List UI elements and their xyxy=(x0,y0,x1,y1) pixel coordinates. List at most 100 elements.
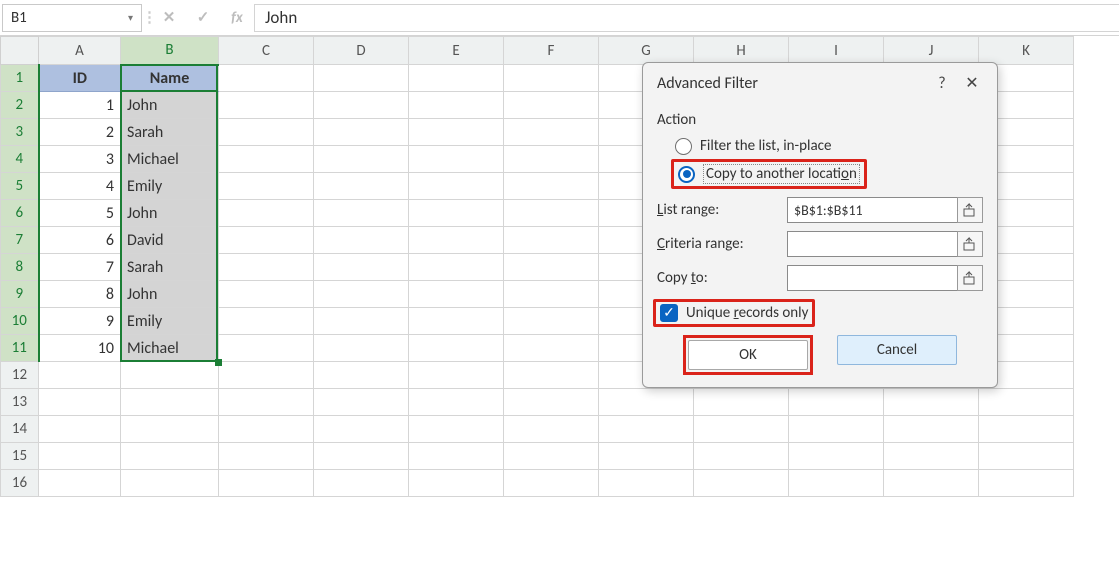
cell[interactable]: John xyxy=(121,281,219,308)
cell[interactable] xyxy=(314,92,409,119)
cell[interactable] xyxy=(314,146,409,173)
range-picker-icon[interactable] xyxy=(957,197,983,223)
cell[interactable] xyxy=(314,335,409,362)
cell[interactable] xyxy=(219,443,314,470)
row-header[interactable]: 13 xyxy=(1,389,39,416)
column-header[interactable]: J xyxy=(884,37,979,65)
cell[interactable] xyxy=(979,416,1074,443)
cell[interactable] xyxy=(314,416,409,443)
radio-filter-in-place[interactable]: Filter the list, in-place xyxy=(657,133,983,159)
cell[interactable] xyxy=(789,389,884,416)
cell[interactable] xyxy=(504,146,599,173)
row-header[interactable]: 9 xyxy=(1,281,39,308)
accept-formula-icon[interactable]: ✓ xyxy=(186,4,220,32)
formula-input[interactable]: John xyxy=(254,4,1119,32)
cell[interactable] xyxy=(219,200,314,227)
column-header[interactable]: D xyxy=(314,37,409,65)
close-icon[interactable]: ✕ xyxy=(957,71,987,95)
cell[interactable]: John xyxy=(121,200,219,227)
cell[interactable] xyxy=(504,200,599,227)
column-header[interactable]: E xyxy=(409,37,504,65)
row-header[interactable]: 2 xyxy=(1,92,39,119)
cell[interactable]: Sarah xyxy=(121,254,219,281)
cell[interactable]: 6 xyxy=(39,227,121,254)
cell[interactable] xyxy=(409,335,504,362)
cell[interactable] xyxy=(219,227,314,254)
unique-records-label[interactable]: Unique records only xyxy=(686,304,808,322)
cell[interactable] xyxy=(409,92,504,119)
cell[interactable] xyxy=(219,362,314,389)
cell[interactable] xyxy=(219,65,314,92)
cell[interactable] xyxy=(219,470,314,497)
row-header[interactable]: 10 xyxy=(1,308,39,335)
cell[interactable] xyxy=(219,173,314,200)
cell[interactable] xyxy=(409,227,504,254)
cell[interactable]: 2 xyxy=(39,119,121,146)
cell[interactable] xyxy=(979,443,1074,470)
cell[interactable] xyxy=(694,389,789,416)
cell[interactable] xyxy=(884,416,979,443)
cell[interactable] xyxy=(121,443,219,470)
ok-button[interactable]: OK xyxy=(688,340,808,370)
cell[interactable] xyxy=(504,227,599,254)
row-header[interactable]: 5 xyxy=(1,173,39,200)
row-header[interactable]: 14 xyxy=(1,416,39,443)
column-header[interactable]: F xyxy=(504,37,599,65)
cell[interactable] xyxy=(39,389,121,416)
cell[interactable] xyxy=(219,92,314,119)
cell[interactable] xyxy=(599,470,694,497)
cell[interactable] xyxy=(39,416,121,443)
column-header[interactable]: I xyxy=(789,37,884,65)
cell[interactable] xyxy=(409,308,504,335)
dialog-titlebar[interactable]: Advanced Filter ? ✕ xyxy=(643,63,997,99)
fx-icon[interactable]: fx xyxy=(220,4,254,32)
row-header[interactable]: 8 xyxy=(1,254,39,281)
cell[interactable] xyxy=(504,173,599,200)
cell[interactable] xyxy=(39,362,121,389)
cell[interactable] xyxy=(694,416,789,443)
radio-icon[interactable] xyxy=(678,166,695,183)
cell[interactable] xyxy=(219,254,314,281)
cell[interactable]: 8 xyxy=(39,281,121,308)
row-header[interactable]: 6 xyxy=(1,200,39,227)
column-header[interactable]: A xyxy=(39,37,121,65)
column-header[interactable]: H xyxy=(694,37,789,65)
cell[interactable]: Michael xyxy=(121,146,219,173)
cell[interactable] xyxy=(409,65,504,92)
cell[interactable] xyxy=(314,470,409,497)
cancel-formula-icon[interactable]: ✕ xyxy=(152,4,186,32)
cell[interactable] xyxy=(409,173,504,200)
cell[interactable] xyxy=(504,92,599,119)
row-header[interactable]: 16 xyxy=(1,470,39,497)
cell[interactable] xyxy=(694,443,789,470)
cell[interactable]: 7 xyxy=(39,254,121,281)
cell[interactable]: 5 xyxy=(39,200,121,227)
cell[interactable] xyxy=(504,470,599,497)
cell[interactable] xyxy=(219,308,314,335)
cell[interactable] xyxy=(694,470,789,497)
row-header[interactable]: 15 xyxy=(1,443,39,470)
row-header[interactable]: 11 xyxy=(1,335,39,362)
cell[interactable] xyxy=(504,119,599,146)
cell[interactable] xyxy=(599,416,694,443)
cell[interactable] xyxy=(314,200,409,227)
range-picker-icon[interactable] xyxy=(957,231,983,257)
cell[interactable] xyxy=(409,146,504,173)
row-header[interactable]: 12 xyxy=(1,362,39,389)
cell[interactable]: David xyxy=(121,227,219,254)
cell[interactable] xyxy=(314,65,409,92)
cell[interactable] xyxy=(409,416,504,443)
cell[interactable]: 3 xyxy=(39,146,121,173)
cell[interactable] xyxy=(979,389,1074,416)
cell[interactable] xyxy=(504,416,599,443)
column-header[interactable]: K xyxy=(979,37,1074,65)
select-all-corner[interactable] xyxy=(1,37,39,65)
cell[interactable] xyxy=(789,416,884,443)
cell[interactable] xyxy=(599,443,694,470)
help-icon[interactable]: ? xyxy=(927,71,957,95)
cell[interactable] xyxy=(504,65,599,92)
radio-label[interactable]: Copy to another location xyxy=(703,164,860,184)
cell[interactable]: Michael xyxy=(121,335,219,362)
cell[interactable] xyxy=(121,470,219,497)
cell[interactable] xyxy=(504,281,599,308)
